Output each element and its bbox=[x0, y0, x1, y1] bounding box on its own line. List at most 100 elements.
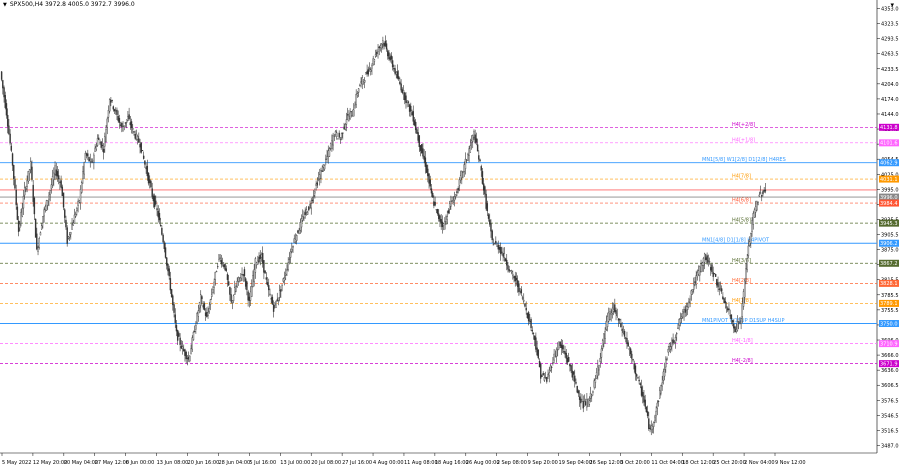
level-label: H4[5/8] bbox=[732, 218, 751, 224]
level-label: H4[2/8] bbox=[732, 278, 751, 284]
candle-body bbox=[388, 52, 390, 60]
candle-body bbox=[200, 294, 202, 306]
candle-body bbox=[627, 342, 629, 347]
candle-body bbox=[563, 351, 565, 353]
candle-body bbox=[645, 406, 648, 413]
candle-body bbox=[229, 286, 231, 295]
candle-body bbox=[389, 57, 391, 61]
candle-body bbox=[725, 306, 728, 308]
candle-body bbox=[255, 262, 258, 266]
candle-body bbox=[238, 277, 241, 279]
candle-body bbox=[400, 83, 402, 91]
candle-body bbox=[584, 401, 587, 406]
candle-body bbox=[570, 365, 572, 371]
candle-body bbox=[485, 193, 487, 209]
candle-body bbox=[478, 155, 480, 160]
candle-body bbox=[322, 164, 325, 168]
candle-body bbox=[730, 314, 733, 320]
candle-body bbox=[451, 200, 453, 202]
candle-body bbox=[312, 195, 315, 197]
candle-body bbox=[133, 131, 135, 133]
candle-body bbox=[281, 284, 283, 286]
candle-body bbox=[452, 202, 455, 205]
candle-body bbox=[663, 369, 666, 377]
candle-body bbox=[672, 339, 674, 344]
candle-body bbox=[272, 304, 275, 312]
candle-body bbox=[601, 340, 604, 349]
candle-body bbox=[537, 349, 540, 359]
candle-body bbox=[315, 183, 317, 186]
candle-body bbox=[620, 323, 622, 328]
candle-body bbox=[459, 175, 462, 181]
candle-body bbox=[366, 71, 368, 75]
candle-body bbox=[28, 169, 31, 175]
candle-body bbox=[595, 372, 598, 379]
candle-body bbox=[667, 348, 669, 353]
candle-body bbox=[54, 165, 56, 175]
candle-body bbox=[170, 289, 173, 298]
candle-body bbox=[615, 310, 617, 314]
candle-body bbox=[599, 357, 601, 362]
candle-body bbox=[93, 154, 95, 163]
candle-body bbox=[610, 312, 612, 315]
candle-body bbox=[402, 90, 405, 94]
candle-body bbox=[20, 211, 22, 224]
candle-body bbox=[555, 349, 558, 357]
candle-body bbox=[39, 232, 42, 236]
candle-body bbox=[424, 157, 427, 167]
candle-body bbox=[491, 230, 493, 241]
candle-body bbox=[343, 126, 345, 129]
x-tick-label: 12 May 20:00 bbox=[33, 460, 67, 466]
candle-body bbox=[611, 307, 614, 314]
candle-body bbox=[60, 180, 62, 188]
x-tick-label: 9 Nov 12:00 bbox=[775, 460, 806, 466]
candle-body bbox=[175, 325, 178, 332]
candle-body bbox=[302, 216, 304, 221]
y-tick-label: 3905.5 bbox=[881, 233, 899, 239]
candle-body bbox=[53, 172, 55, 180]
candle-body bbox=[578, 396, 581, 400]
candle-body bbox=[263, 260, 265, 273]
candle-body bbox=[371, 64, 373, 69]
candle-body bbox=[582, 401, 584, 409]
y-tick-label: 3546.5 bbox=[881, 413, 899, 419]
candle-body bbox=[38, 238, 40, 248]
candle-body bbox=[589, 392, 592, 399]
candle-body bbox=[520, 289, 523, 294]
candle-body bbox=[639, 383, 642, 386]
candle-body bbox=[78, 200, 81, 203]
y-tick-label: 3576.5 bbox=[881, 398, 899, 404]
candle-body bbox=[408, 104, 411, 112]
candle-body bbox=[540, 363, 542, 379]
candle-body bbox=[201, 296, 203, 300]
candle-body bbox=[684, 309, 686, 313]
candle-body bbox=[574, 375, 576, 382]
candle-body bbox=[474, 134, 476, 143]
candle-body bbox=[560, 344, 563, 349]
candle-body bbox=[518, 283, 520, 293]
candle-body bbox=[683, 309, 685, 318]
candle-body bbox=[79, 189, 82, 204]
candle-body bbox=[125, 119, 128, 123]
candle-body bbox=[332, 134, 334, 146]
candle-body bbox=[219, 257, 221, 259]
candle-body bbox=[94, 147, 96, 152]
candle-body bbox=[331, 140, 333, 150]
candle-body bbox=[756, 201, 758, 211]
candle-body bbox=[311, 199, 314, 201]
candle-body bbox=[68, 234, 71, 238]
candle-body bbox=[489, 219, 491, 225]
price-chart-svg[interactable]: 4353.0 4323.5 4293.5 4263.5 4233.5 4204.0 4174… bbox=[0, 0, 900, 468]
chart-window[interactable]: ▼ SPX500,H4 3972.8 4005.0 3972.7 3996.0 ▾… bbox=[0, 0, 900, 468]
candle-body bbox=[66, 227, 68, 244]
candle-body bbox=[482, 183, 485, 191]
candle-body bbox=[442, 223, 445, 226]
candle-body bbox=[202, 305, 204, 308]
candle-body bbox=[339, 138, 342, 140]
candle-body bbox=[142, 155, 145, 159]
candle-body bbox=[416, 129, 418, 134]
candle-body bbox=[16, 206, 19, 220]
candle-body bbox=[631, 353, 633, 359]
candle-body bbox=[406, 100, 408, 103]
candle-body bbox=[571, 370, 574, 378]
